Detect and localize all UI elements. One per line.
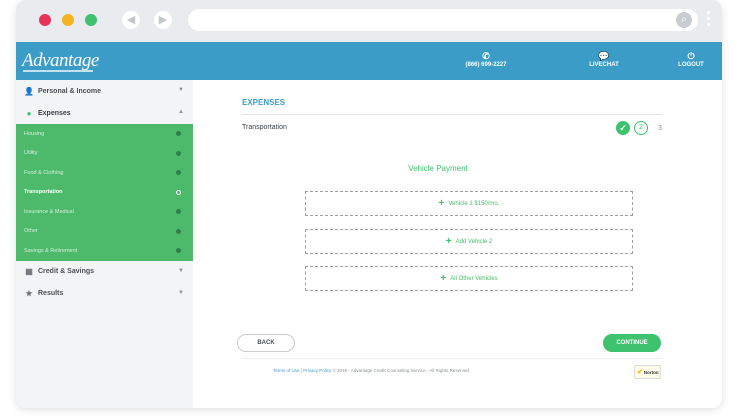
minimize-window-button[interactable] bbox=[62, 14, 74, 26]
option-label: All Other Vehicles bbox=[450, 275, 498, 282]
maximize-window-button[interactable] bbox=[85, 14, 97, 26]
sidebar-group-label: Credit & Savings bbox=[38, 268, 95, 275]
logout-label: LOGOUT bbox=[678, 62, 704, 68]
sidebar-item-label: Other bbox=[24, 228, 38, 235]
check-icon: ✔ bbox=[637, 369, 643, 376]
sidebar-item-label: Savings & Retirement bbox=[24, 247, 78, 254]
vehicle-payment-heading: Vehicle Payment bbox=[408, 164, 468, 173]
sidebar-item-label: Food & Clothing bbox=[24, 169, 64, 176]
sidebar: 👤 Personal & Income ▼ ● Expenses ▲ Housi… bbox=[16, 80, 193, 408]
footer-text: Terms of Use | Privacy Policy © 2018 - A… bbox=[273, 368, 469, 373]
sidebar-group-results[interactable]: ★ Results ▼ bbox=[16, 283, 193, 305]
person-icon: 👤 bbox=[24, 86, 34, 96]
sidebar-item-transportation[interactable]: Transportation bbox=[16, 183, 193, 203]
browser-window: ◀ ▶ ⌕ Advantage ✆ (866) 699-2227 💬 LIVEC… bbox=[16, 0, 722, 408]
phone-link[interactable]: ✆ (866) 699-2227 bbox=[456, 51, 516, 68]
sidebar-item-utility[interactable]: Utility bbox=[16, 144, 193, 164]
sidebar-item-insurance-medical[interactable]: Insurance & Medical bbox=[16, 202, 193, 222]
status-dot bbox=[176, 170, 181, 175]
sidebar-item-other[interactable]: Other bbox=[16, 222, 193, 242]
chevron-down-icon: ▼ bbox=[178, 289, 184, 296]
phone-number: (866) 699-2227 bbox=[465, 62, 507, 68]
sidebar-item-label: Transportation bbox=[24, 189, 63, 196]
norton-badge[interactable]: ✔ Norton bbox=[634, 365, 661, 379]
section-subtitle: Transportation bbox=[242, 124, 287, 131]
option-label: Vehicle 1 $150/mo. bbox=[448, 200, 500, 207]
add-vehicle-2-option[interactable]: + Add Vehicle 2 bbox=[305, 229, 633, 254]
sidebar-item-housing[interactable]: Housing bbox=[16, 124, 193, 144]
continue-button[interactable]: CONTINUE bbox=[603, 334, 661, 352]
address-bar[interactable]: ⌕ bbox=[188, 9, 698, 31]
norton-label: Norton bbox=[643, 369, 659, 375]
status-dot bbox=[176, 209, 181, 214]
chevron-down-icon: ▼ bbox=[178, 87, 184, 93]
sidebar-group-label: Personal & Income bbox=[38, 87, 102, 95]
plus-icon: + bbox=[445, 236, 452, 247]
browser-chrome: ◀ ▶ ⌕ bbox=[16, 0, 722, 42]
logout-link[interactable]: ⏻ LOGOUT bbox=[676, 51, 706, 68]
search-icon[interactable]: ⌕ bbox=[676, 12, 692, 28]
plus-icon: + bbox=[438, 198, 445, 209]
check-icon: ✓ bbox=[616, 121, 630, 135]
sidebar-item-label: Insurance & Medical bbox=[24, 208, 74, 215]
main-content: EXPENSES Transportation ✓ 2 3 Vehicle Pa… bbox=[193, 80, 722, 408]
divider bbox=[242, 114, 662, 115]
sidebar-item-food-clothing[interactable]: Food & Clothing bbox=[16, 163, 193, 183]
chevron-up-icon: ▲ bbox=[178, 109, 184, 115]
star-icon: ★ bbox=[25, 289, 33, 298]
step-indicator: ✓ 2 3 bbox=[616, 121, 662, 135]
sidebar-group-label: Results bbox=[38, 290, 64, 297]
building-icon: ▦ bbox=[25, 267, 33, 276]
back-arrow-icon[interactable]: ◀ bbox=[122, 11, 140, 29]
status-dot bbox=[176, 228, 181, 234]
kebab-menu-icon[interactable] bbox=[707, 11, 711, 29]
current-step: 2 bbox=[634, 121, 648, 135]
livechat-label: LIVECHAT bbox=[589, 62, 619, 68]
logo-tagline-line bbox=[23, 70, 93, 72]
sidebar-item-savings-retirement[interactable]: Savings & Retirement bbox=[16, 241, 193, 261]
sidebar-group-expenses[interactable]: ● Expenses ▲ bbox=[16, 102, 193, 124]
terms-link[interactable]: Terms of Use bbox=[273, 368, 300, 373]
status-dot bbox=[176, 248, 181, 253]
privacy-link[interactable]: Privacy Policy bbox=[303, 368, 331, 373]
sidebar-group-label: Expenses bbox=[38, 109, 71, 117]
status-dot bbox=[176, 131, 181, 136]
chat-bubble-icon: 💬 bbox=[598, 51, 610, 61]
sidebar-group-personal-income[interactable]: 👤 Personal & Income ▼ bbox=[16, 80, 193, 102]
chevron-down-icon: ▼ bbox=[178, 267, 184, 274]
status-dot bbox=[176, 150, 181, 156]
expenses-submenu: Housing Utility Food & Clothing Transpor… bbox=[16, 124, 193, 261]
livechat-link[interactable]: 💬 LIVECHAT bbox=[584, 51, 624, 68]
power-icon: ⏻ bbox=[687, 51, 695, 61]
site-header: Advantage ✆ (866) 699-2227 💬 LIVECHAT ⏻ … bbox=[16, 42, 722, 80]
next-step: 3 bbox=[658, 124, 662, 132]
site-logo[interactable]: Advantage bbox=[22, 50, 99, 72]
sidebar-item-label: Utility bbox=[24, 150, 38, 157]
vehicle-1-option[interactable]: + Vehicle 1 $150/mo. bbox=[305, 191, 633, 216]
plus-icon: + bbox=[440, 273, 447, 284]
copyright-text: © 2018 - Advantage Credit Counseling Ser… bbox=[332, 368, 469, 373]
back-button[interactable]: BACK bbox=[237, 334, 295, 352]
expenses-icon: ● bbox=[26, 108, 32, 118]
sidebar-item-label: Housing bbox=[24, 130, 45, 137]
sidebar-group-credit-savings[interactable]: ▦ Credit & Savings ▼ bbox=[16, 261, 193, 283]
status-dot bbox=[176, 189, 181, 195]
page-title: EXPENSES bbox=[242, 98, 286, 107]
all-other-vehicles-option[interactable]: + All Other Vehicles bbox=[305, 266, 633, 291]
footer-divider bbox=[242, 358, 662, 359]
close-window-button[interactable] bbox=[39, 14, 51, 26]
option-label: Add Vehicle 2 bbox=[455, 238, 493, 245]
forward-arrow-icon[interactable]: ▶ bbox=[154, 11, 172, 29]
phone-icon: ✆ bbox=[482, 51, 490, 61]
